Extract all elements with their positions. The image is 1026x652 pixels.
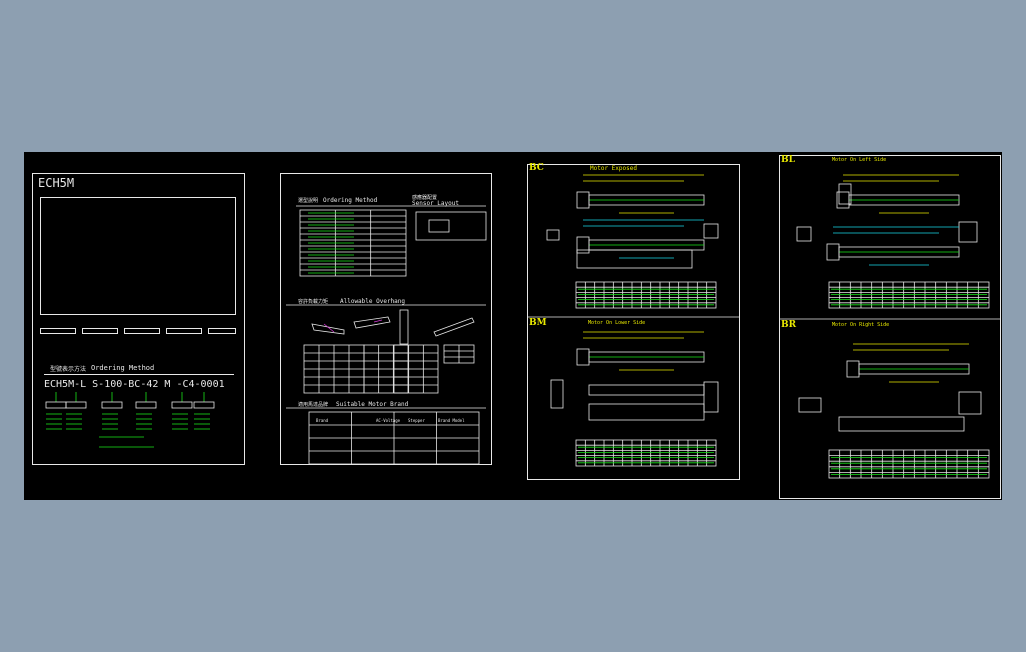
s2-sensor-inner	[428, 219, 450, 233]
s3-mid-table	[575, 439, 717, 467]
s3-top-side	[576, 249, 693, 269]
s1-code-box-3	[135, 401, 157, 409]
s4-top-endview-2	[958, 221, 978, 243]
s3-endview-1	[546, 229, 560, 241]
s2-sensor-box	[415, 211, 487, 241]
s3-mid-end-2	[703, 381, 719, 413]
s3-top-rail-2-motor	[576, 236, 590, 254]
s3-mid-endview	[550, 379, 564, 409]
s1-code-box-1	[65, 401, 87, 409]
s3-mid-side	[588, 384, 705, 396]
s4-top-rail-2-motor	[826, 243, 840, 261]
s3-mid-rail-motor	[576, 348, 590, 366]
s2-overhang-fig-3	[399, 309, 409, 345]
s3-top-table	[575, 281, 717, 309]
s4-top-endview	[796, 226, 812, 242]
s4-mid-endview-2	[958, 391, 982, 415]
s2-overhang-fig-1	[311, 323, 345, 335]
s3-mid-bottom	[588, 403, 705, 421]
s2-overhang-mark-2	[373, 319, 383, 323]
s1-code-box-0	[45, 401, 67, 409]
s2-overhang-fig-4	[433, 317, 475, 337]
s4-mid-rail-motor	[846, 360, 860, 378]
s4-top-table	[828, 281, 990, 309]
s1-code-box-2	[101, 401, 123, 409]
s3-top-rail-motor	[576, 191, 590, 209]
s3-endview-2	[703, 223, 719, 239]
cad-drawing-canvas[interactable]: ECH5M 型號表示方法 Ordering Method ECH5M-L S-1…	[24, 152, 1002, 500]
s2-overhang-fig-2	[353, 316, 391, 329]
s4-mid-side	[838, 416, 965, 432]
s4-mid-endview	[798, 397, 822, 413]
cad-linework	[45, 174, 1001, 479]
s4-mid-table	[828, 449, 990, 479]
s1-code-box-4	[171, 401, 193, 409]
s1-code-box-5	[193, 401, 215, 409]
